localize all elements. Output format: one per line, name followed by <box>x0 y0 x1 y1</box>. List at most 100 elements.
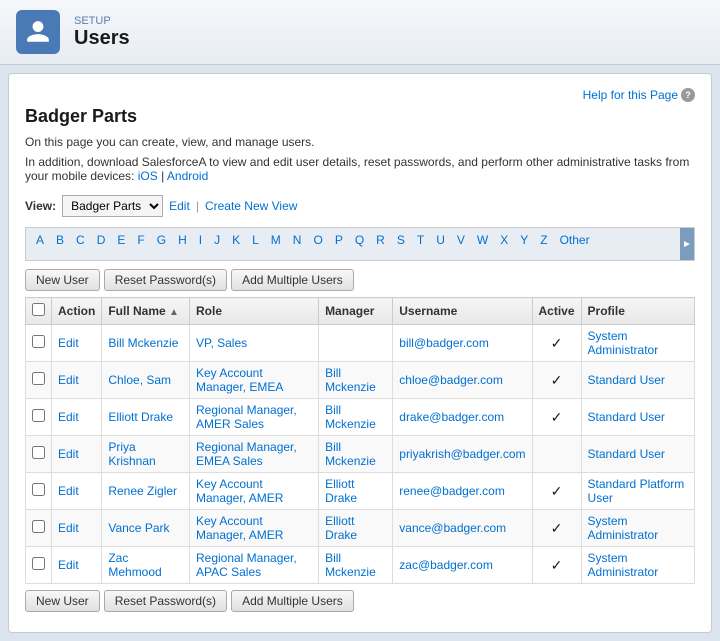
username-link-4[interactable]: renee@badger.com <box>399 484 505 498</box>
help-row: Help for this Page ? <box>25 88 695 102</box>
role-link-2[interactable]: Regional Manager, AMER Sales <box>196 403 297 431</box>
profile-link-2[interactable]: Standard User <box>588 410 665 424</box>
alpha-r[interactable]: R <box>374 232 387 248</box>
username-link-0[interactable]: bill@badger.com <box>399 336 489 350</box>
scroll-tab[interactable]: ► <box>680 227 694 261</box>
row-username-cell: chloe@badger.com <box>393 362 532 399</box>
edit-link-5[interactable]: Edit <box>58 521 79 535</box>
row-checkbox-cell <box>26 436 52 473</box>
alpha-y[interactable]: Y <box>518 232 530 248</box>
reset-passwords-button-top[interactable]: Reset Password(s) <box>104 269 227 291</box>
new-user-button-bottom[interactable]: New User <box>25 590 100 612</box>
view-select[interactable]: Badger Parts <box>62 195 163 217</box>
fullname-link-6[interactable]: Zac Mehmood <box>108 551 161 579</box>
alpha-t[interactable]: T <box>415 232 426 248</box>
android-link[interactable]: Android <box>167 169 208 183</box>
manager-link-4[interactable]: Elliott Drake <box>325 477 357 505</box>
alpha-d[interactable]: D <box>95 232 108 248</box>
username-link-3[interactable]: priyakrish@badger.com <box>399 447 525 461</box>
fullname-link-5[interactable]: Vance Park <box>108 521 169 535</box>
fullname-link-1[interactable]: Chloe, Sam <box>108 373 171 387</box>
row-checkbox-1[interactable] <box>32 372 45 385</box>
new-user-button-top[interactable]: New User <box>25 269 100 291</box>
alpha-g[interactable]: G <box>155 232 168 248</box>
row-fullname-cell: Zac Mehmood <box>102 547 190 584</box>
manager-link-2[interactable]: Bill Mckenzie <box>325 403 376 431</box>
alpha-k[interactable]: K <box>230 232 242 248</box>
fullname-link-4[interactable]: Renee Zigler <box>108 484 177 498</box>
page-heading: Badger Parts <box>25 106 695 127</box>
manager-link-3[interactable]: Bill Mckenzie <box>325 440 376 468</box>
row-checkbox-0[interactable] <box>32 335 45 348</box>
alpha-u[interactable]: U <box>434 232 447 248</box>
alpha-n[interactable]: N <box>291 232 304 248</box>
alpha-a[interactable]: A <box>34 232 46 248</box>
col-checkbox <box>26 298 52 325</box>
profile-link-5[interactable]: System Administrator <box>588 514 659 542</box>
alpha-f[interactable]: F <box>135 232 146 248</box>
select-all-checkbox[interactable] <box>32 303 45 316</box>
username-link-2[interactable]: drake@badger.com <box>399 410 504 424</box>
alpha-p[interactable]: P <box>333 232 345 248</box>
row-checkbox-cell <box>26 325 52 362</box>
alpha-c[interactable]: C <box>74 232 87 248</box>
help-link[interactable]: Help for this Page <box>583 88 678 102</box>
edit-link-4[interactable]: Edit <box>58 484 79 498</box>
profile-link-1[interactable]: Standard User <box>588 373 665 387</box>
username-link-6[interactable]: zac@badger.com <box>399 558 493 572</box>
role-link-0[interactable]: VP, Sales <box>196 336 247 350</box>
edit-link-6[interactable]: Edit <box>58 558 79 572</box>
manager-link-6[interactable]: Bill Mckenzie <box>325 551 376 579</box>
row-checkbox-3[interactable] <box>32 446 45 459</box>
profile-link-0[interactable]: System Administrator <box>588 329 659 357</box>
profile-link-6[interactable]: System Administrator <box>588 551 659 579</box>
fullname-link-3[interactable]: Priya Krishnan <box>108 440 155 468</box>
alpha-b[interactable]: B <box>54 232 66 248</box>
profile-link-4[interactable]: Standard Platform User <box>588 477 685 505</box>
reset-passwords-button-bottom[interactable]: Reset Password(s) <box>104 590 227 612</box>
row-role-cell: Key Account Manager, AMER <box>189 473 318 510</box>
edit-link-3[interactable]: Edit <box>58 447 79 461</box>
manager-link-1[interactable]: Bill Mckenzie <box>325 366 376 394</box>
role-link-5[interactable]: Key Account Manager, AMER <box>196 514 283 542</box>
alpha-z[interactable]: Z <box>538 232 549 248</box>
add-multiple-users-button-top[interactable]: Add Multiple Users <box>231 269 354 291</box>
alpha-e[interactable]: E <box>115 232 127 248</box>
fullname-link-0[interactable]: Bill Mckenzie <box>108 336 178 350</box>
row-checkbox-5[interactable] <box>32 520 45 533</box>
manager-link-5[interactable]: Elliott Drake <box>325 514 357 542</box>
edit-view-link[interactable]: Edit <box>169 199 190 213</box>
row-checkbox-4[interactable] <box>32 483 45 496</box>
alpha-h[interactable]: H <box>176 232 189 248</box>
profile-link-3[interactable]: Standard User <box>588 447 665 461</box>
row-action-cell: Edit <box>52 547 102 584</box>
alpha-i[interactable]: I <box>197 232 204 248</box>
alpha-x[interactable]: X <box>498 232 510 248</box>
create-view-link[interactable]: Create New View <box>205 199 297 213</box>
alpha-other[interactable]: Other <box>558 232 592 248</box>
alpha-v[interactable]: V <box>455 232 467 248</box>
alpha-q[interactable]: Q <box>353 232 366 248</box>
fullname-link-2[interactable]: Elliott Drake <box>108 410 173 424</box>
role-link-6[interactable]: Regional Manager, APAC Sales <box>196 551 297 579</box>
ios-link[interactable]: iOS <box>138 169 158 183</box>
edit-link-0[interactable]: Edit <box>58 336 79 350</box>
role-link-1[interactable]: Key Account Manager, EMEA <box>196 366 283 394</box>
alpha-m[interactable]: M <box>269 232 283 248</box>
username-link-1[interactable]: chloe@badger.com <box>399 373 503 387</box>
alpha-s[interactable]: S <box>395 232 407 248</box>
alpha-l[interactable]: L <box>250 232 261 248</box>
alpha-w[interactable]: W <box>475 232 490 248</box>
col-username: Username <box>393 298 532 325</box>
role-link-3[interactable]: Regional Manager, EMEA Sales <box>196 440 297 468</box>
edit-link-1[interactable]: Edit <box>58 373 79 387</box>
row-checkbox-6[interactable] <box>32 557 45 570</box>
row-checkbox-2[interactable] <box>32 409 45 422</box>
alpha-j[interactable]: J <box>212 232 222 248</box>
role-link-4[interactable]: Key Account Manager, AMER <box>196 477 283 505</box>
username-link-5[interactable]: vance@badger.com <box>399 521 506 535</box>
add-multiple-users-button-bottom[interactable]: Add Multiple Users <box>231 590 354 612</box>
row-fullname-cell: Bill Mckenzie <box>102 325 190 362</box>
edit-link-2[interactable]: Edit <box>58 410 79 424</box>
alpha-o[interactable]: O <box>311 232 324 248</box>
